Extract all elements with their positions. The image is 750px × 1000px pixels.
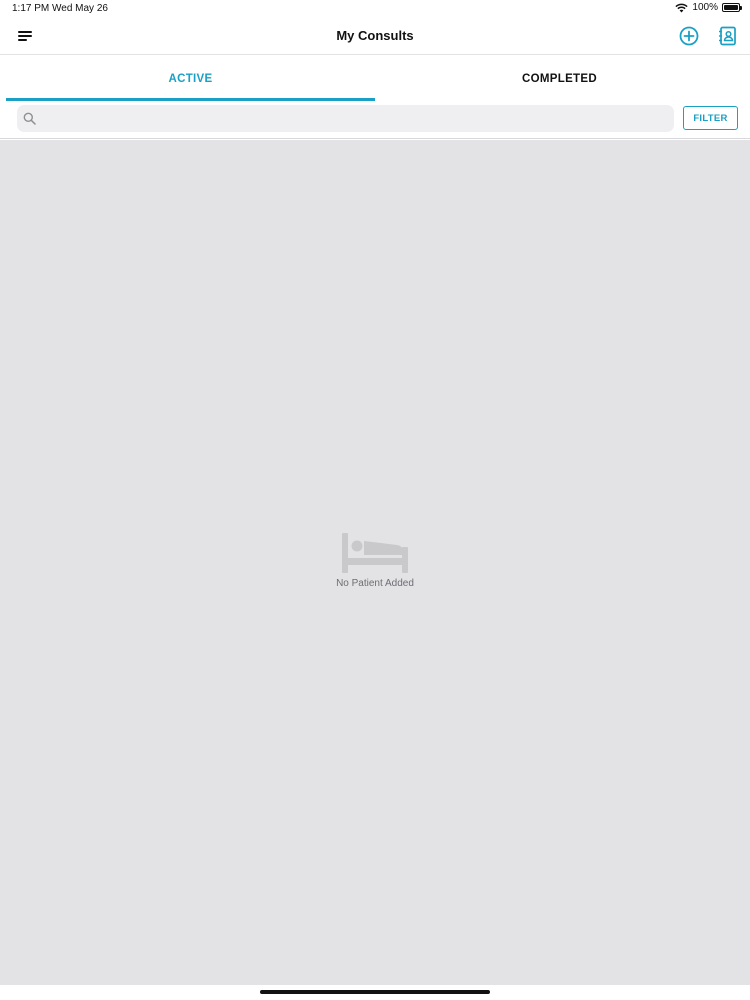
status-indicators: 100% bbox=[675, 2, 742, 13]
contacts-book-icon bbox=[719, 26, 736, 46]
page-title: My Consults bbox=[336, 28, 414, 43]
consult-list-area: No Patient Added bbox=[0, 140, 750, 985]
tab-bar: ACTIVE COMPLETED bbox=[0, 56, 750, 101]
filter-button[interactable]: FILTER bbox=[683, 106, 738, 130]
status-bar: 1:17 PM Wed May 26 100% bbox=[0, 0, 750, 18]
consults-screen: 1:17 PM Wed May 26 100% My Consults ACTI… bbox=[0, 0, 750, 1000]
search-row: FILTER bbox=[0, 101, 750, 139]
empty-state-message: No Patient Added bbox=[336, 578, 414, 589]
add-consult-button[interactable] bbox=[678, 25, 700, 47]
battery-percent: 100% bbox=[692, 2, 718, 13]
bottom-safe-area bbox=[0, 985, 750, 1000]
battery-icon bbox=[722, 3, 742, 12]
tab-active[interactable]: ACTIVE bbox=[6, 56, 375, 101]
status-date: Wed May 26 bbox=[52, 3, 108, 14]
bed-icon bbox=[342, 533, 408, 573]
contacts-button[interactable] bbox=[717, 25, 739, 47]
status-time: 1:17 PM bbox=[12, 3, 50, 14]
search-icon bbox=[23, 112, 36, 125]
search-input[interactable] bbox=[36, 105, 674, 132]
empty-state: No Patient Added bbox=[0, 531, 750, 589]
wifi-icon bbox=[675, 3, 689, 12]
plus-circle-icon bbox=[679, 26, 699, 46]
search-box[interactable] bbox=[17, 105, 674, 132]
tab-completed[interactable]: COMPLETED bbox=[375, 56, 744, 101]
home-indicator[interactable] bbox=[260, 990, 490, 994]
navigation-bar: My Consults bbox=[0, 18, 750, 55]
